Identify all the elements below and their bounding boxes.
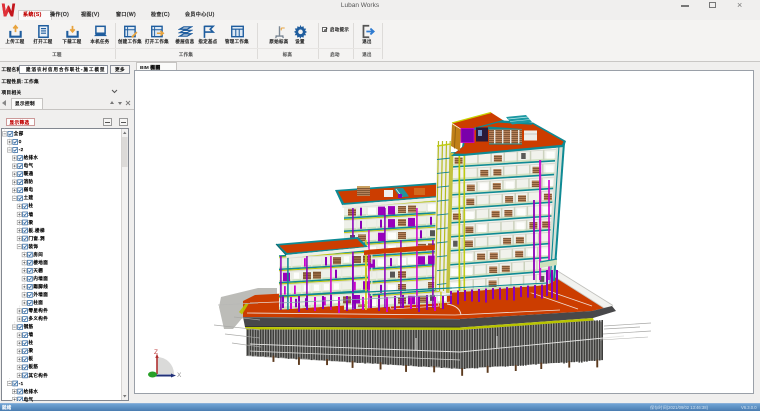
svg-text:Z: Z [154,349,158,356]
svg-text:X: X [177,372,182,379]
